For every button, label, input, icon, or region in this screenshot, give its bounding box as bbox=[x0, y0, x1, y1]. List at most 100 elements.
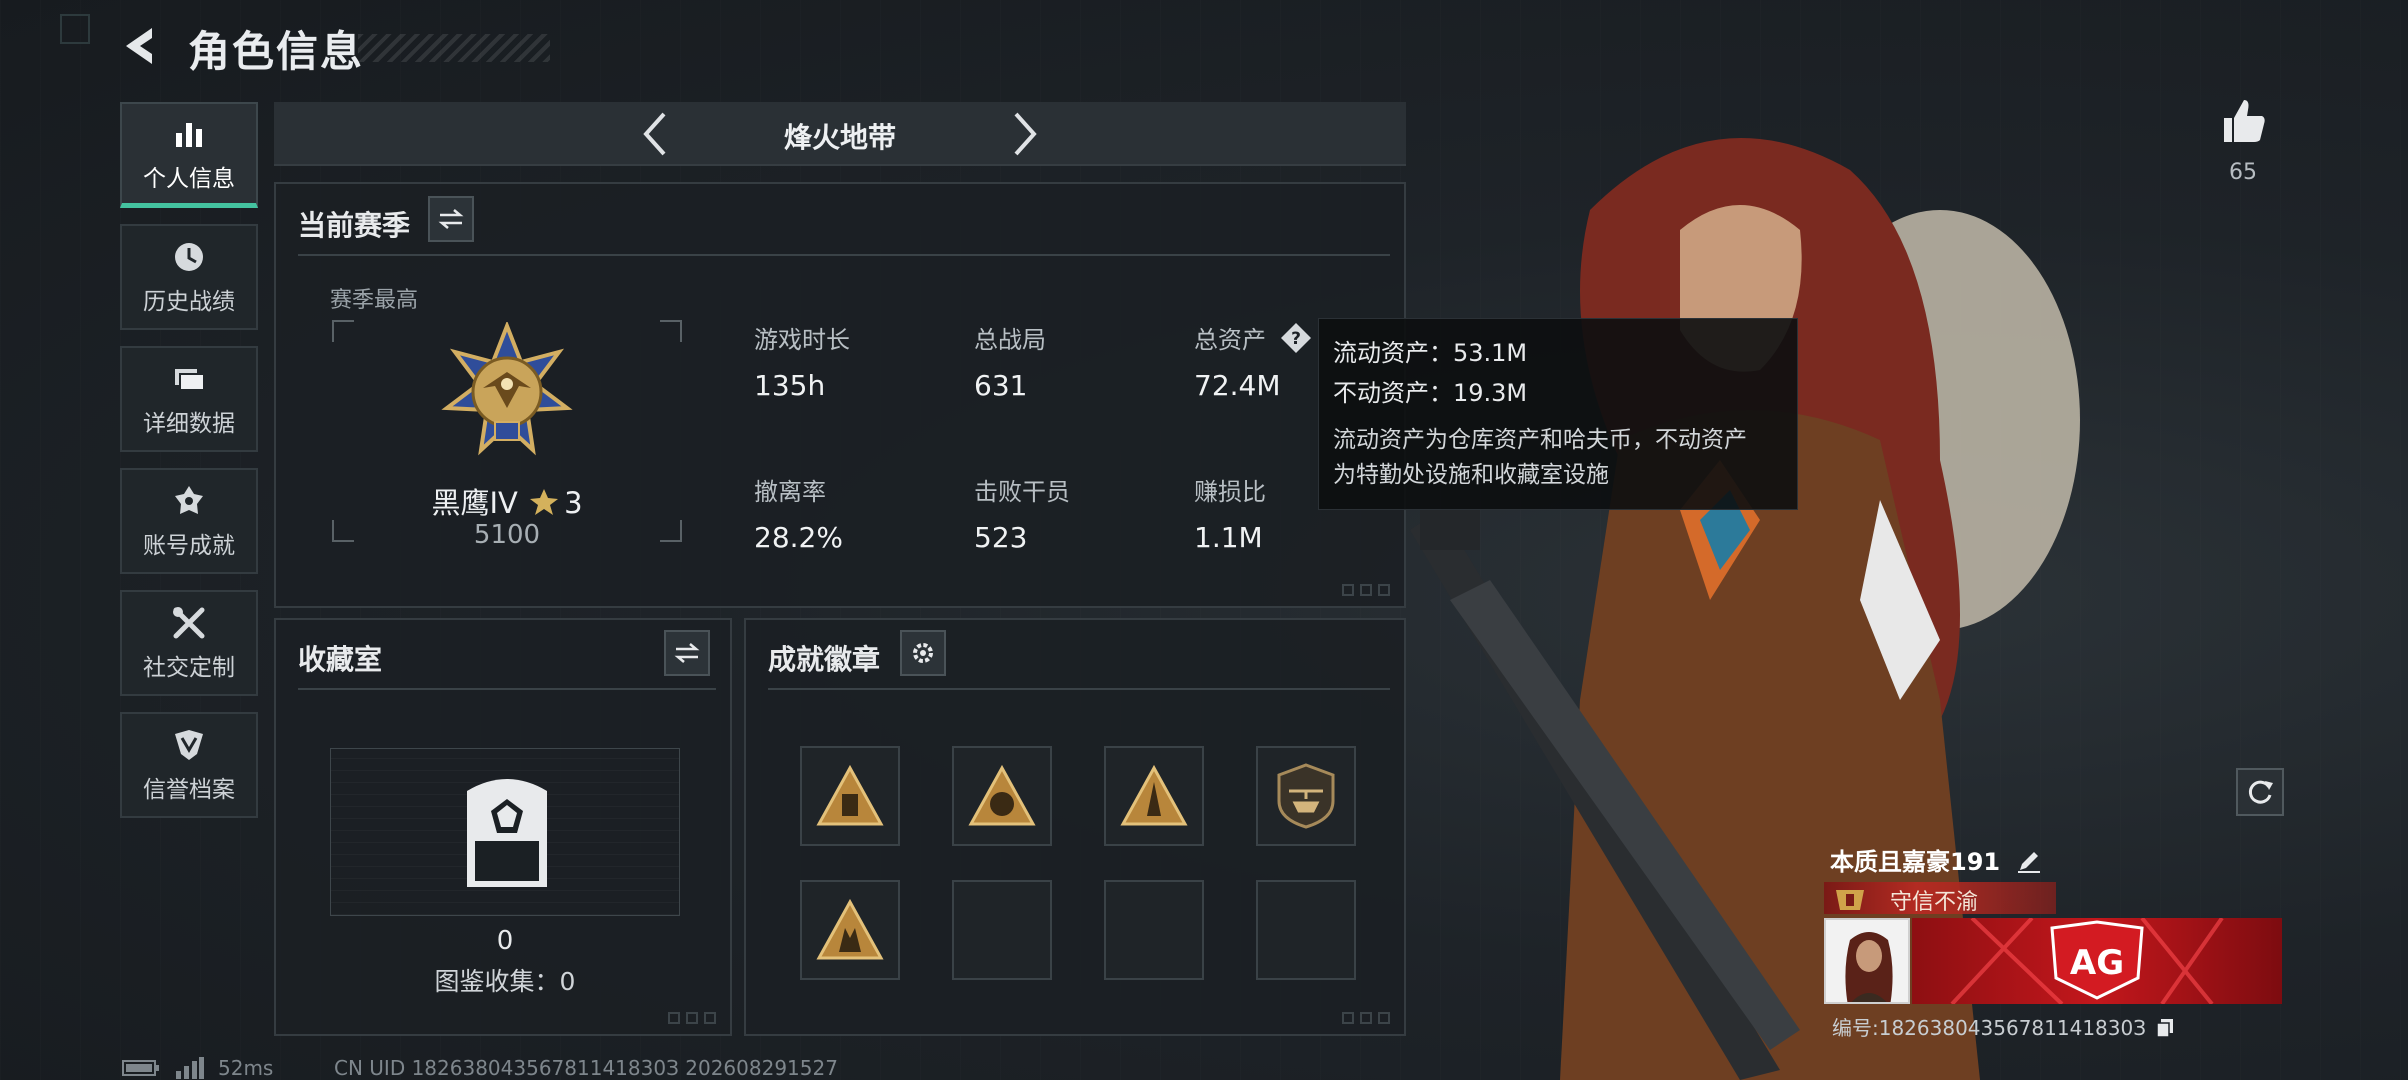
bar-chart-icon bbox=[176, 122, 202, 147]
corner-frame bbox=[60, 14, 90, 44]
collection-index: 图鉴收集：0 bbox=[434, 967, 576, 996]
stat-label: 击败干员 bbox=[974, 478, 1070, 506]
rank-score: 5100 bbox=[473, 520, 541, 550]
stat-label: 总战局 bbox=[974, 326, 1046, 354]
triangle-badge-icon bbox=[1120, 764, 1188, 826]
triangle-badge-icon bbox=[816, 898, 884, 960]
sidebar-item-social[interactable]: 社交定制 bbox=[120, 590, 258, 696]
mode-selector: 烽火地带 bbox=[274, 102, 1406, 166]
rank-crest-icon bbox=[1836, 890, 1864, 910]
stat-value: 1.1M bbox=[1194, 521, 1263, 554]
tooltip-desc-line2: 为特勤处设施和收藏室设施 bbox=[1333, 462, 1609, 488]
sidebar-item-detailed-data[interactable]: 详细数据 bbox=[120, 346, 258, 452]
collection-panel: 收藏室 0 图鉴收集：0 bbox=[274, 618, 732, 1036]
avatar[interactable] bbox=[1824, 918, 1910, 1004]
stat-value: 72.4M bbox=[1194, 369, 1281, 402]
switch-season-button[interactable] bbox=[428, 196, 474, 242]
collection-count: 0 bbox=[496, 926, 514, 956]
collection-title: 收藏室 bbox=[298, 643, 383, 676]
achievement-slot-empty[interactable] bbox=[1104, 880, 1204, 980]
back-arrow-icon[interactable] bbox=[118, 22, 166, 70]
stat-value: 28.2% bbox=[754, 521, 843, 554]
sidebar-item-history[interactable]: 历史战绩 bbox=[120, 224, 258, 330]
stat-value: 631 bbox=[974, 369, 1028, 402]
stat-play-time: 游戏时长 135h bbox=[754, 320, 850, 402]
edit-name-icon[interactable] bbox=[2016, 848, 2042, 874]
helicopter-badge-icon bbox=[1277, 763, 1335, 829]
achievement-settings-button[interactable] bbox=[900, 630, 946, 676]
sidebar-item-achievements[interactable]: 账号成就 bbox=[120, 468, 258, 574]
copy-icon[interactable] bbox=[2156, 1018, 2174, 1038]
achievement-slot-empty[interactable] bbox=[1256, 880, 1356, 980]
stat-label: 撤离率 bbox=[754, 478, 826, 506]
tooltip-desc-line1: 流动资产为仓库资产和哈夫币，不动资产 bbox=[1333, 427, 1747, 453]
sidebar-item-label: 历史战绩 bbox=[143, 289, 235, 315]
rank-stars: 3 bbox=[564, 486, 583, 520]
sidebar-item-label: 信誉档案 bbox=[143, 777, 235, 803]
stat-profit-ratio: 赚损比 1.1M bbox=[1194, 472, 1266, 554]
stat-extraction-rate: 撤离率 28.2% bbox=[754, 472, 843, 554]
swap-icon bbox=[674, 643, 700, 663]
stat-kills: 击败干员 523 bbox=[974, 472, 1070, 554]
player-id-text: 编号:18263804356781141830З bbox=[1832, 1016, 2147, 1040]
sidebar-item-personal-info[interactable]: 个人信息 bbox=[120, 102, 258, 208]
uid-text: CN UID 18263804356781141830З 20260829152… bbox=[334, 1056, 838, 1080]
rank-frame: 黑鹰IV 3 5100 bbox=[332, 320, 682, 550]
achievement-badge[interactable] bbox=[1104, 746, 1204, 846]
sidebar-item-reputation[interactable]: 信誉档案 bbox=[120, 712, 258, 818]
ping: 52ms bbox=[218, 1056, 274, 1080]
team-banner-art: AG bbox=[1950, 918, 2224, 1004]
achievement-slot-empty[interactable] bbox=[952, 880, 1052, 980]
switch-collection-button[interactable] bbox=[664, 630, 710, 676]
achievement-badge[interactable] bbox=[800, 746, 900, 846]
refresh-icon bbox=[2248, 780, 2273, 804]
tools-icon bbox=[173, 607, 205, 639]
tooltip-liquid: 流动资产：53.1M bbox=[1333, 339, 1528, 367]
tooltip-fixed: 不动资产：19.3M bbox=[1333, 379, 1528, 407]
season-best-label: 赛季最高 bbox=[330, 288, 419, 313]
sidebar-item-label: 账号成就 bbox=[143, 533, 235, 559]
title-decoration bbox=[358, 34, 550, 62]
achievements-panel: 成就徽章 bbox=[744, 618, 1406, 1036]
folder-icon bbox=[175, 369, 205, 391]
next-mode-arrow-icon[interactable] bbox=[1004, 110, 1044, 158]
divider bbox=[298, 688, 716, 690]
triangle-badge-icon bbox=[816, 764, 884, 826]
avatar-portrait-icon bbox=[1826, 920, 1908, 1002]
thumbs-up-icon[interactable] bbox=[2218, 96, 2268, 146]
like-count: 65 bbox=[2229, 160, 2257, 185]
player-id: 编号:18263804356781141830З bbox=[1832, 1012, 2174, 1041]
vault-icon bbox=[467, 779, 547, 887]
achievement-badge[interactable] bbox=[952, 746, 1052, 846]
help-icon[interactable]: ? bbox=[1280, 322, 1312, 354]
corner-decoration bbox=[668, 1012, 716, 1024]
triangle-badge-icon bbox=[968, 764, 1036, 826]
divider bbox=[768, 688, 1390, 690]
stat-value: 135h bbox=[754, 369, 826, 402]
team-logo-text: AG bbox=[2070, 943, 2124, 983]
page-title: 角色信息 bbox=[188, 27, 365, 76]
sidebar-item-label: 详细数据 bbox=[143, 411, 235, 437]
team-banner[interactable]: AG bbox=[1912, 918, 2282, 1004]
stat-label: 游戏时长 bbox=[754, 326, 850, 354]
status-footer: 52ms bbox=[122, 1056, 273, 1080]
divider bbox=[298, 254, 1390, 256]
stat-total-matches: 总战局 631 bbox=[974, 320, 1046, 402]
stat-total-assets: 总资产 ? 72.4M bbox=[1194, 320, 1312, 402]
achievement-badge[interactable] bbox=[800, 880, 900, 980]
signal-icon bbox=[176, 1057, 204, 1079]
player-name: 本质且嘉豪191 bbox=[1830, 842, 2042, 877]
rank-emblem-icon bbox=[441, 322, 573, 456]
collection-preview[interactable] bbox=[330, 748, 680, 916]
swap-icon bbox=[438, 209, 464, 229]
player-motto: 守信不渝 bbox=[1890, 890, 1979, 915]
achievement-badge[interactable] bbox=[1256, 746, 1356, 846]
season-panel: 当前赛季 赛季最高 黑鹰IV 3 5100 游戏时长 135h 总战局 631 … bbox=[274, 182, 1406, 608]
star-icon bbox=[529, 489, 558, 515]
season-title: 当前赛季 bbox=[298, 209, 411, 242]
rotate-character-button[interactable] bbox=[2236, 768, 2284, 816]
sidebar-item-label: 社交定制 bbox=[143, 655, 235, 681]
svg-text:?: ? bbox=[1291, 329, 1301, 349]
sidebar-item-label: 个人信息 bbox=[143, 165, 235, 192]
stat-value: 523 bbox=[974, 521, 1028, 554]
